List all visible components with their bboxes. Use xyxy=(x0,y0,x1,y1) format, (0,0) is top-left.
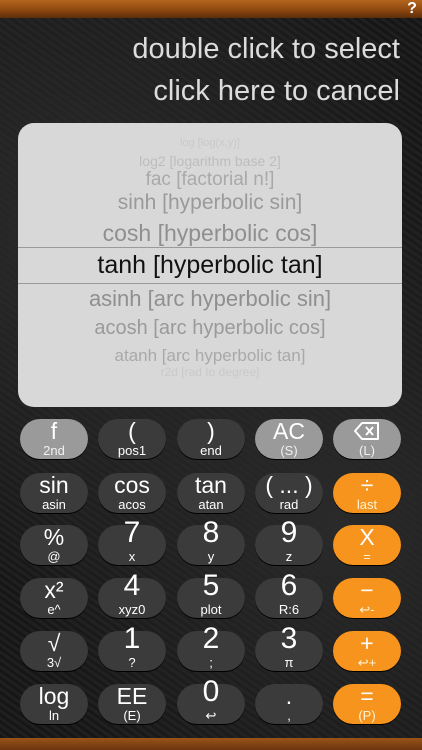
log-key[interactable]: log ln xyxy=(20,683,88,724)
key-label: log xyxy=(38,683,70,709)
key-sublabel: y xyxy=(207,549,215,564)
key-label: cos xyxy=(114,472,150,498)
key-label: ( xyxy=(128,418,136,444)
key-label: sin xyxy=(39,472,69,498)
open-paren-key[interactable]: (pos1 xyxy=(98,418,166,459)
key-label: 5 xyxy=(202,569,220,602)
key-label: EE xyxy=(116,683,148,709)
keypad: f 2nd(pos1) end AC (S) (L) sin asin cos acos tan at… xyxy=(0,0,422,750)
0-key[interactable]: 0 ↩ xyxy=(177,677,245,724)
subtract-key[interactable]: − ↩- xyxy=(333,577,401,618)
tan-key[interactable]: tan atan xyxy=(177,472,245,513)
backspace-icon xyxy=(354,422,379,440)
key-label: ) xyxy=(207,418,215,444)
key-sublabel: acos xyxy=(118,497,146,512)
8-key[interactable]: 8y xyxy=(177,518,245,565)
key-sublabel: atan xyxy=(198,497,224,512)
key-label: 9 xyxy=(280,516,298,549)
key-label: 3 xyxy=(280,622,298,655)
key-sublabel: π xyxy=(284,655,294,670)
key-label: f xyxy=(50,418,58,444)
key-label: 6 xyxy=(280,569,298,602)
key-sublabel: (L) xyxy=(359,443,375,458)
decimal-key[interactable]: ., xyxy=(255,683,323,724)
6-key[interactable]: 6 R:6 xyxy=(255,571,323,618)
key-sublabel: (S) xyxy=(280,443,298,458)
f-key[interactable]: f 2nd xyxy=(20,418,88,459)
key-sublabel: z xyxy=(285,549,293,564)
key-label: ( ... ) xyxy=(265,472,313,498)
close-paren-key[interactable]: ) end xyxy=(177,418,245,459)
key-label: + xyxy=(360,630,374,656)
7-key[interactable]: 7x xyxy=(98,518,166,565)
cos-key[interactable]: cos acos xyxy=(98,472,166,513)
key-sublabel: , xyxy=(287,708,291,723)
key-sublabel: ? xyxy=(128,655,136,670)
sin-key[interactable]: sin asin xyxy=(20,472,88,513)
multiply-key[interactable]: X = xyxy=(333,524,401,565)
key-sublabel: = xyxy=(363,549,371,564)
key-sublabel: 2nd xyxy=(43,443,65,458)
parentheses-key[interactable]: ( ... ) rad xyxy=(255,472,323,513)
3-key[interactable]: 3π xyxy=(255,624,323,671)
key-label: √ xyxy=(47,630,61,656)
4-key[interactable]: 4 xyz0 xyxy=(98,571,166,618)
key-label: . xyxy=(285,683,293,709)
key-sublabel: ; xyxy=(209,655,213,670)
key-label: = xyxy=(360,683,374,709)
key-sublabel: last xyxy=(356,497,378,512)
key-sublabel: (E) xyxy=(123,708,141,723)
key-label: tan xyxy=(195,472,227,498)
key-sublabel: pos1 xyxy=(117,443,147,458)
key-label: X xyxy=(359,524,375,550)
key-label: 7 xyxy=(123,516,141,549)
key-sublabel: x xyxy=(128,549,136,564)
ac-key[interactable]: AC (S) xyxy=(255,418,323,459)
ee-key[interactable]: EE (E) xyxy=(98,683,166,724)
key-label: ÷ xyxy=(360,472,374,498)
key-sublabel: ↩+ xyxy=(357,655,377,670)
key-label: 8 xyxy=(202,516,220,549)
key-label: 4 xyxy=(123,569,141,602)
key-label: 2 xyxy=(202,622,220,655)
2-key[interactable]: 2; xyxy=(177,624,245,671)
backspace-key[interactable]: (L) xyxy=(333,419,401,459)
key-sublabel: R:6 xyxy=(278,602,300,617)
key-label: x² xyxy=(44,577,64,603)
key-sublabel: (P) xyxy=(358,708,376,723)
key-label: AC xyxy=(273,418,305,444)
key-sublabel: xyz0 xyxy=(118,602,146,617)
percent-key[interactable]: % @ xyxy=(20,524,88,565)
9-key[interactable]: 9z xyxy=(255,518,323,565)
square-key[interactable]: x² e^ xyxy=(20,577,88,618)
key-sublabel: plot xyxy=(200,602,222,617)
key-sublabel: e^ xyxy=(47,602,61,617)
key-label: 1 xyxy=(123,622,141,655)
sqrt-key[interactable]: √ 3√ xyxy=(20,630,88,671)
key-label: % xyxy=(43,524,65,550)
key-sublabel: 3√ xyxy=(46,655,62,670)
key-sublabel: ↩ xyxy=(205,708,217,723)
key-sublabel: ln xyxy=(48,708,60,723)
divide-key[interactable]: ÷ last xyxy=(333,472,401,513)
key-sublabel: end xyxy=(200,443,222,458)
key-label: − xyxy=(360,577,374,603)
equals-key[interactable]: = (P) xyxy=(333,683,401,724)
key-sublabel: rad xyxy=(279,497,299,512)
key-label: 0 xyxy=(202,675,220,708)
key-sublabel: @ xyxy=(47,549,61,564)
1-key[interactable]: 1? xyxy=(98,624,166,671)
key-sublabel: ↩- xyxy=(359,602,375,617)
add-key[interactable]: + ↩+ xyxy=(333,630,401,671)
key-sublabel: asin xyxy=(42,497,66,512)
5-key[interactable]: 5 plot xyxy=(177,571,245,618)
